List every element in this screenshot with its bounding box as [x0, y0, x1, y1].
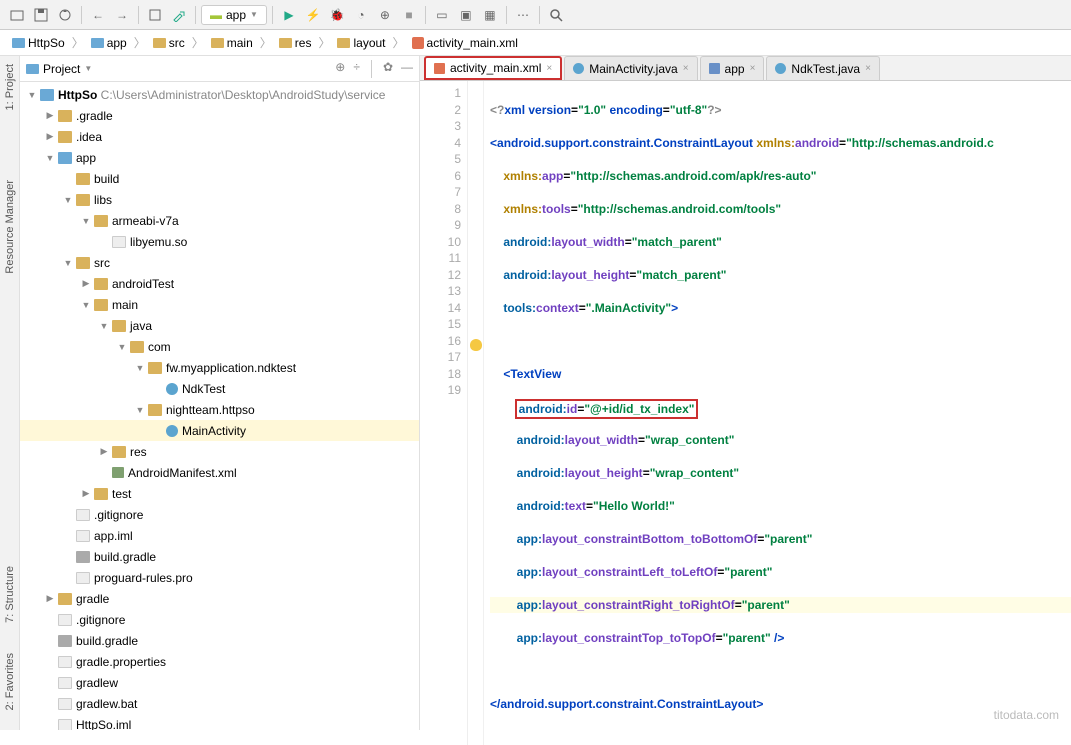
open-icon[interactable] [6, 4, 28, 26]
run-icon[interactable]: ▶ [278, 4, 300, 26]
attach-icon[interactable]: ⊕ [374, 4, 396, 26]
tree-item[interactable]: ▶res [20, 441, 419, 462]
tree-item[interactable]: ▼java [20, 315, 419, 336]
panel-title: Project [43, 62, 80, 76]
lightbulb-icon[interactable] [470, 339, 482, 351]
watermark: titodata.com [994, 708, 1059, 722]
tree-item[interactable]: build [20, 168, 419, 189]
tree-item[interactable]: ▼fw.myapplication.ndktest [20, 357, 419, 378]
tree-item[interactable]: libyemu.so [20, 231, 419, 252]
tree-root[interactable]: ▼ HttpSo C:\Users\Administrator\Desktop\… [20, 84, 419, 105]
tree-item[interactable]: build.gradle [20, 546, 419, 567]
breadcrumb: HttpSo〉 app〉 src〉 main〉 res〉 layout〉 act… [0, 30, 1071, 56]
editor-tab[interactable]: MainActivity.java× [564, 56, 697, 80]
sdk-icon[interactable]: ▣ [455, 4, 477, 26]
editor-area: activity_main.xml×MainActivity.java×app×… [420, 56, 1071, 730]
project-panel: Project ▼ ⊕ ÷ ✿ — ▼ HttpSo C:\Users\Admi… [20, 56, 420, 730]
tree-item[interactable]: AndroidManifest.xml [20, 462, 419, 483]
tree-item[interactable]: ▶gradle [20, 588, 419, 609]
debug-icon[interactable]: 🐞 [326, 4, 348, 26]
module-selector[interactable]: ▬ app ▼ [201, 5, 267, 25]
back-icon[interactable]: ← [87, 4, 109, 26]
bc-layout[interactable]: layout [333, 35, 389, 51]
layout-inspector-icon[interactable]: ▦ [479, 4, 501, 26]
tree-item[interactable]: ▼armeabi-v7a [20, 210, 419, 231]
project-panel-header: Project ▼ ⊕ ÷ ✿ — [20, 56, 419, 82]
tree-item[interactable]: ▼main [20, 294, 419, 315]
tree-item[interactable]: .gitignore [20, 609, 419, 630]
tree-item[interactable]: app.iml [20, 525, 419, 546]
module-name: app [226, 8, 246, 22]
save-icon[interactable] [30, 4, 52, 26]
tree-item[interactable]: .gitignore [20, 504, 419, 525]
tree-item[interactable]: ▼libs [20, 189, 419, 210]
bc-src[interactable]: src [149, 35, 189, 51]
tree-item[interactable]: ▼nightteam.httpso [20, 399, 419, 420]
tree-item[interactable]: gradlew [20, 672, 419, 693]
tree-item[interactable]: HttpSo.iml [20, 714, 419, 730]
tree-item[interactable]: gradlew.bat [20, 693, 419, 714]
sync-icon[interactable] [54, 4, 76, 26]
tree-item[interactable]: gradle.properties [20, 651, 419, 672]
bc-app[interactable]: app [87, 35, 131, 51]
tree-item[interactable]: MainActivity [20, 420, 419, 441]
editor-tab[interactable]: app× [700, 56, 765, 80]
profile-icon[interactable]: ◔ [350, 4, 372, 26]
chevron-down-icon: ▼ [250, 10, 258, 19]
bc-root[interactable]: HttpSo [8, 35, 69, 51]
tree-item[interactable]: ▶.idea [20, 126, 419, 147]
android-icon: ▬ [210, 8, 222, 22]
code-editor[interactable]: <?xml version="1.0" encoding="utf-8"?> <… [484, 81, 1071, 745]
avd-icon[interactable]: ▭ [431, 4, 453, 26]
tree-item[interactable]: NdkTest [20, 378, 419, 399]
left-tool-strip: 1: Project Resource Manager 7: Structure… [0, 56, 20, 730]
tree-item[interactable]: build.gradle [20, 630, 419, 651]
tree-item[interactable]: ▶test [20, 483, 419, 504]
hammer-icon[interactable] [168, 4, 190, 26]
tree-item[interactable]: ▼app [20, 147, 419, 168]
project-icon [26, 64, 39, 74]
tool-resource-manager[interactable]: Resource Manager [4, 180, 16, 274]
tree-item[interactable]: ▶androidTest [20, 273, 419, 294]
gear-icon[interactable]: ✿ [383, 60, 393, 78]
tree-item[interactable]: ▶.gradle [20, 105, 419, 126]
chevron-down-icon[interactable]: ▼ [84, 64, 92, 73]
apply-icon[interactable]: ⚡ [302, 4, 324, 26]
tool-structure[interactable]: 7: Structure [4, 566, 16, 623]
hide-icon[interactable]: — [401, 60, 413, 78]
close-icon[interactable]: × [865, 63, 871, 74]
close-icon[interactable]: × [750, 63, 756, 74]
tree-item[interactable]: proguard-rules.pro [20, 567, 419, 588]
bc-res[interactable]: res [275, 35, 316, 51]
bc-file[interactable]: activity_main.xml [408, 35, 522, 51]
editor-tabs: activity_main.xml×MainActivity.java×app×… [420, 56, 1071, 81]
project-tree[interactable]: ▼ HttpSo C:\Users\Administrator\Desktop\… [20, 82, 419, 730]
line-gutter: 12345678910111213141516171819 [420, 81, 468, 745]
tool-project[interactable]: 1: Project [4, 64, 16, 110]
main-toolbar: ← → ▬ app ▼ ▶ ⚡ 🐞 ◔ ⊕ ■ ▭ ▣ ▦ ⋯ [0, 0, 1071, 30]
tree-item[interactable]: ▼src [20, 252, 419, 273]
search-icon[interactable] [545, 4, 567, 26]
more-icon[interactable]: ⋯ [512, 4, 534, 26]
build-icon[interactable] [144, 4, 166, 26]
tree-item[interactable]: ▼com [20, 336, 419, 357]
marker-gutter [468, 81, 484, 745]
close-icon[interactable]: × [546, 63, 552, 74]
collapse-icon[interactable]: ÷ [353, 60, 360, 78]
tool-favorites[interactable]: 2: Favorites [4, 653, 16, 710]
editor-tab[interactable]: activity_main.xml× [424, 56, 562, 80]
stop-icon[interactable]: ■ [398, 4, 420, 26]
editor-tab[interactable]: NdkTest.java× [766, 56, 880, 80]
forward-icon[interactable]: → [111, 4, 133, 26]
close-icon[interactable]: × [683, 63, 689, 74]
bc-main[interactable]: main [207, 35, 257, 51]
target-icon[interactable]: ⊕ [335, 60, 345, 78]
